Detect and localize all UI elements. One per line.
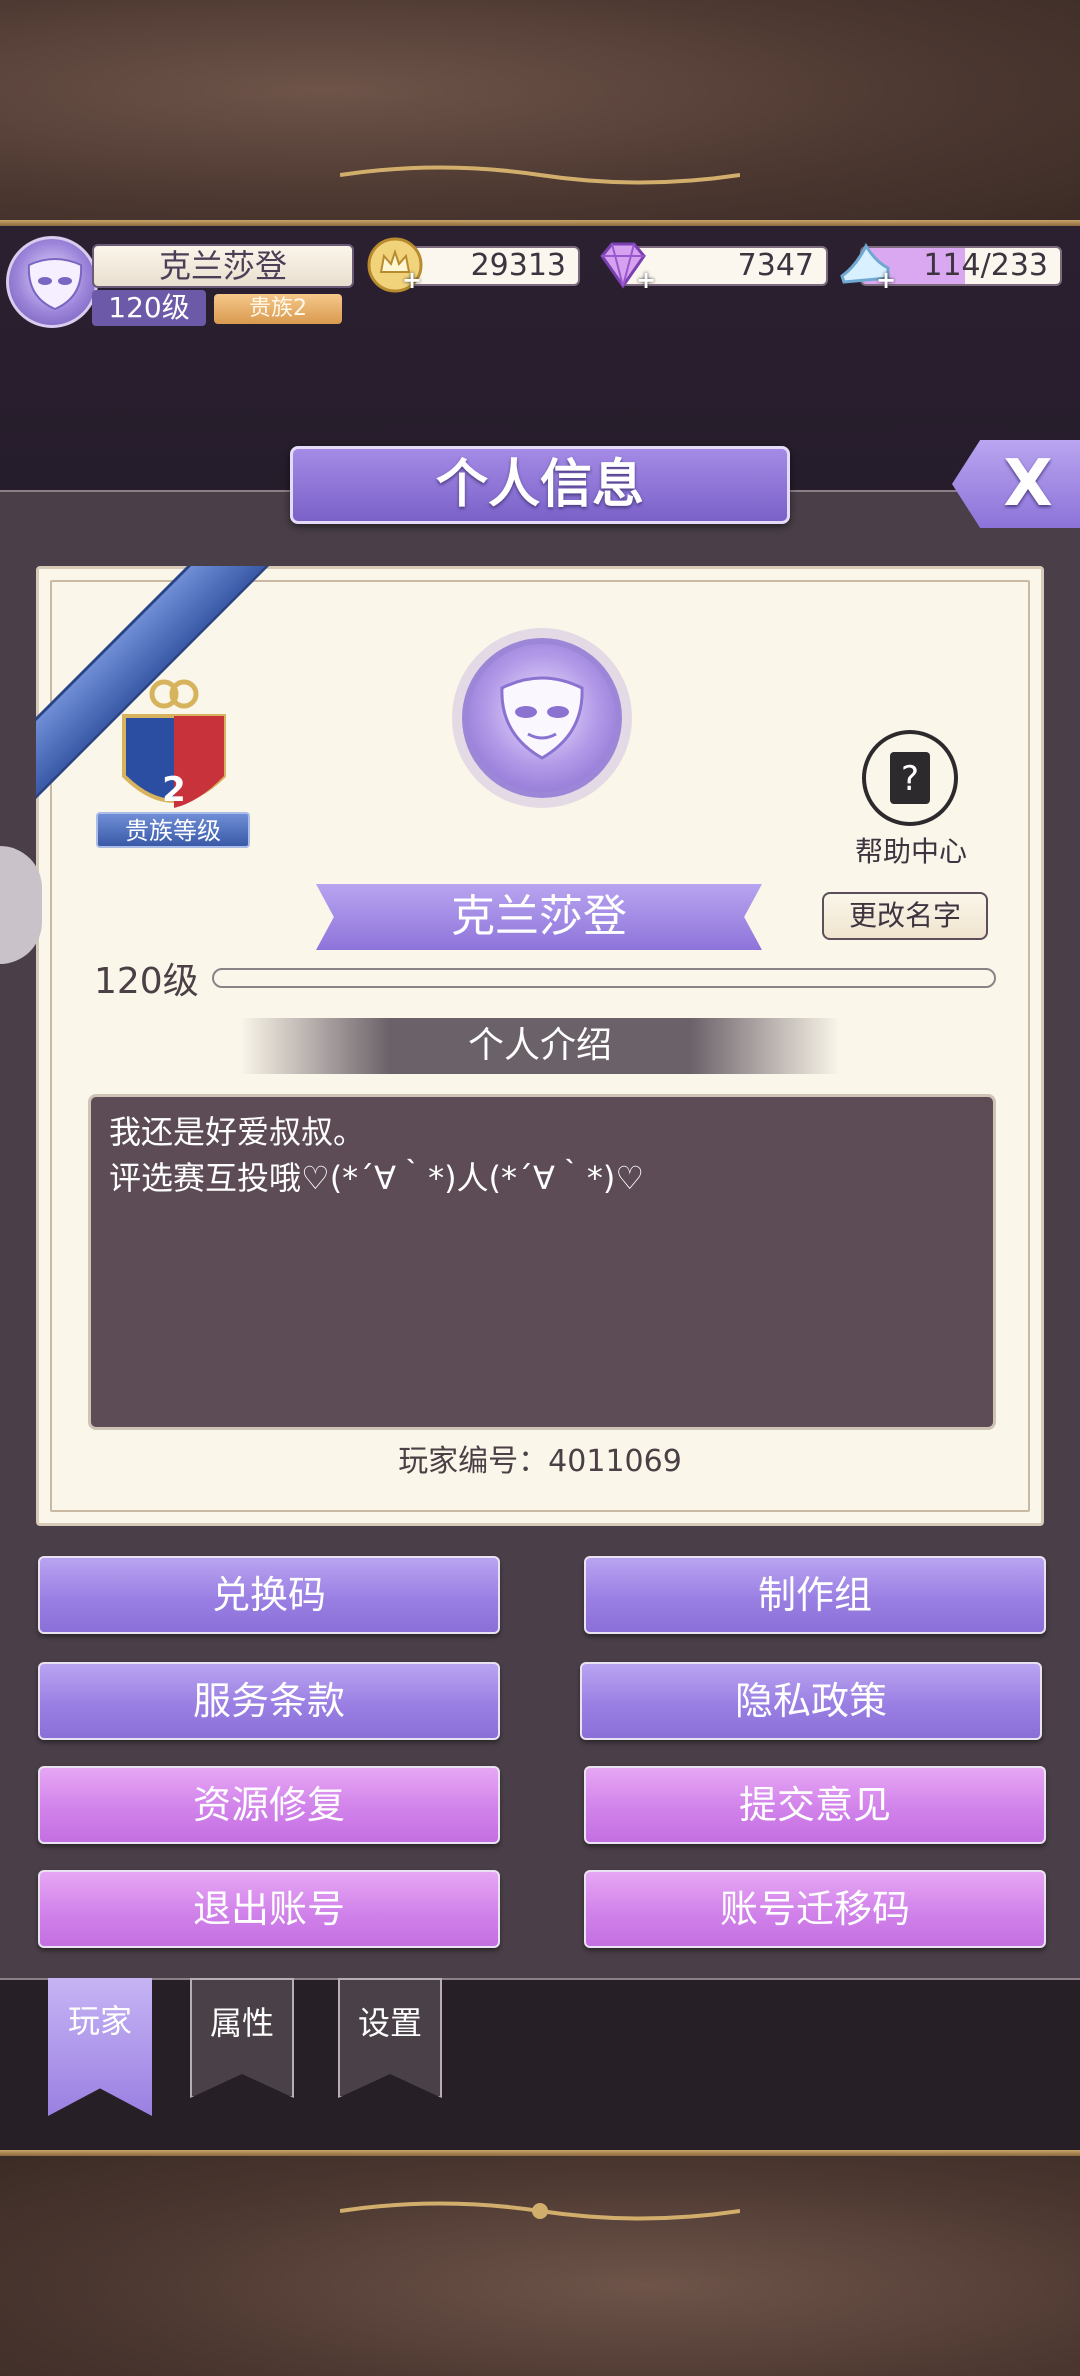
top-flourish-icon [340,165,740,185]
logout-button[interactable]: 退出账号 [38,1870,500,1948]
bottom-gold-line [0,2150,1080,2156]
privacy-button[interactable]: 隐私政策 [580,1662,1042,1740]
player-level-plate: 120级 [92,290,206,326]
profile-name: 克兰莎登 [451,891,627,942]
player-id: 玩家编号：4011069 [398,1444,682,1479]
noble-level-number: 2 [162,770,186,810]
tab-bar [0,1978,1080,2152]
noble-level-label: 贵族等级 [96,812,250,848]
terms-button[interactable]: 服务条款 [38,1662,500,1740]
repair-button[interactable]: 资源修复 [38,1766,500,1844]
top-decor-band [0,0,1080,226]
profile-level: 120级 [94,961,199,1002]
player-name-plate: 克兰莎登 [92,244,354,288]
bottom-flourish-icon [340,2201,740,2221]
noble-badge: 贵族2 [214,294,342,324]
jester-mask-icon [500,676,584,760]
profile-avatar[interactable] [462,638,622,798]
feedback-button[interactable]: 提交意见 [584,1766,1046,1844]
add-diamond-button[interactable]: + [636,266,656,294]
intro-line-2: 评选赛互投哦♡(*´∀｀*)人(*´∀｀*)♡ [109,1159,645,1197]
intro-heading: 个人介绍 [467,1025,612,1066]
player-avatar[interactable] [6,236,98,328]
page-title: 个人信息 [435,454,644,515]
mask-icon [27,258,83,311]
help-center-button[interactable]: ? [862,730,958,826]
bottom-decor-band [0,2150,1080,2376]
svg-text:?: ? [901,759,919,799]
help-center-label: 帮助中心 [854,835,967,868]
help-book-icon: ? [890,752,930,804]
intro-line-1: 我还是好爱叔叔。 [109,1113,366,1151]
add-stamina-button[interactable]: + [876,266,896,294]
exp-progress-bar [212,968,996,988]
title-banner: 个人信息 [290,446,790,524]
add-gold-button[interactable]: + [402,266,422,294]
redeem-code-button[interactable]: 兑换码 [38,1556,500,1634]
intro-textbox[interactable]: 我还是好爱叔叔。 评选赛互投哦♡(*´∀｀*)人(*´∀｀*)♡ [88,1094,996,1430]
credits-button[interactable]: 制作组 [584,1556,1046,1634]
rename-button[interactable]: 更改名字 [822,892,988,940]
migrate-code-button[interactable]: 账号迁移码 [584,1870,1046,1948]
